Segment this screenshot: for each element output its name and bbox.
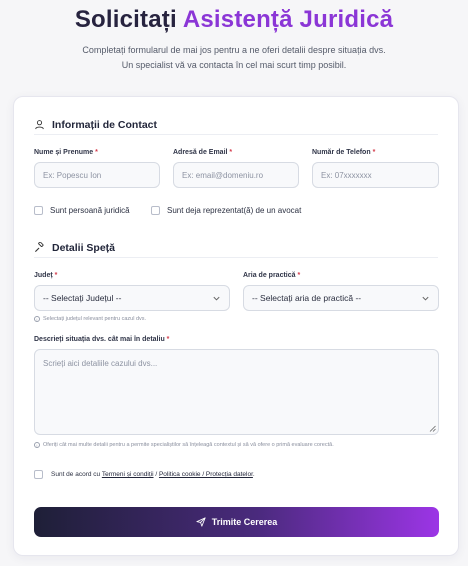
terms-link[interactable]: Termeni și condiții: [102, 471, 154, 478]
user-icon: [35, 120, 44, 130]
consent-box[interactable]: [34, 470, 43, 479]
description-hint-text: Oferiți cât mai multe detalii pentru a p…: [43, 442, 334, 448]
chevron-down-icon: [422, 296, 429, 301]
description-label-text: Descrieți situația dvs. cât mai în detal…: [34, 336, 165, 343]
name-placeholder: Ex: Popescu Ion: [43, 170, 102, 180]
info-icon: i: [34, 316, 40, 322]
contact-section-heading: Informații de Contact: [34, 115, 438, 135]
consent-separator: /: [155, 471, 158, 478]
description-placeholder: Scrieți aici detaliile cazului dvs...: [43, 359, 158, 368]
practice-label-text: Aria de practică: [243, 272, 296, 279]
has-lawyer-checkbox[interactable]: Sunt deja reprezentat(ă) de un avocat: [151, 206, 301, 215]
email-label: Adresă de Email *: [173, 149, 232, 156]
title-part2: Asistență Juridică: [182, 6, 394, 33]
subtitle-line2: Un specialist vă va contacta în cel mai …: [121, 60, 347, 70]
practice-label: Aria de practică *: [243, 272, 300, 279]
consent-suffix: .: [252, 471, 255, 478]
title-part1: Solicitați: [74, 6, 177, 33]
submit-button[interactable]: Trimite Cererea: [34, 507, 439, 537]
send-icon: [196, 517, 206, 527]
required-mark: *: [297, 272, 301, 279]
chevron-down-icon: [213, 296, 220, 301]
name-input[interactable]: Ex: Popescu Ion: [34, 162, 160, 188]
phone-placeholder: Ex: 07xxxxxxx: [321, 170, 372, 180]
description-label: Descrieți situația dvs. cât mai în detal…: [34, 336, 169, 343]
county-selected-value: -- Selectați Județul --: [43, 293, 122, 303]
gavel-icon: [34, 242, 44, 253]
email-placeholder: Ex: email@domeniu.ro: [182, 170, 264, 180]
page-subtitle: Completați formularul de mai jos pentru …: [0, 43, 468, 73]
legal-entity-box[interactable]: [34, 206, 43, 215]
contact-heading-text: Informații de Contact: [52, 118, 158, 131]
consent-checkbox[interactable]: Sunt de acord cu Termeni și condiții / P…: [34, 470, 255, 479]
required-mark: *: [95, 149, 98, 156]
county-label-text: Județ: [34, 272, 53, 279]
description-hint: i Oferiți cât mai multe detalii pentru a…: [34, 442, 334, 448]
name-label-text: Nume și Prenume: [34, 149, 94, 156]
email-label-text: Adresă de Email: [173, 149, 228, 156]
consent-prefix: Sunt de acord cu: [51, 471, 101, 478]
practice-area-select[interactable]: -- Selectați aria de practică --: [243, 285, 439, 311]
page-title: Solicitați Asistență Juridică: [0, 6, 468, 34]
email-input[interactable]: Ex: email@domeniu.ro: [173, 162, 299, 188]
required-mark: *: [54, 272, 58, 279]
has-lawyer-box[interactable]: [151, 206, 160, 215]
phone-label: Număr de Telefon *: [312, 149, 375, 156]
required-mark: *: [166, 336, 170, 343]
legal-entity-label: Sunt persoană juridică: [50, 206, 130, 215]
case-section-heading: Detalii Speță: [34, 238, 438, 258]
consent-text: Sunt de acord cu Termeni și condiții / P…: [51, 471, 255, 478]
case-heading-text: Detalii Speță: [52, 241, 116, 254]
county-label: Județ *: [34, 272, 57, 279]
description-textarea[interactable]: Scrieți aici detaliile cazului dvs...: [34, 349, 439, 435]
county-select[interactable]: -- Selectați Județul --: [34, 285, 230, 311]
required-mark: *: [372, 149, 376, 156]
request-form-card: Informații de Contact Nume și Prenume * …: [13, 96, 459, 556]
phone-input[interactable]: Ex: 07xxxxxxx: [312, 162, 439, 188]
name-label: Nume și Prenume *: [34, 149, 98, 156]
submit-label: Trimite Cererea: [211, 517, 278, 527]
required-mark: *: [229, 149, 233, 156]
county-hint-text: Selectați județul relevant pentru cazul …: [43, 316, 147, 322]
county-hint: i Selectați județul relevant pentru cazu…: [34, 316, 146, 322]
cookie-policy-link[interactable]: Politica cookie / Protecția datelor: [159, 471, 253, 478]
practice-selected-value: -- Selectați aria de practică --: [252, 293, 362, 303]
phone-label-text: Număr de Telefon: [312, 149, 371, 156]
subtitle-line1: Completați formularul de mai jos pentru …: [82, 45, 386, 55]
resize-grip-icon[interactable]: [429, 425, 436, 432]
legal-entity-checkbox[interactable]: Sunt persoană juridică: [34, 206, 130, 215]
info-icon: i: [34, 442, 40, 448]
has-lawyer-label: Sunt deja reprezentat(ă) de un avocat: [167, 206, 302, 215]
